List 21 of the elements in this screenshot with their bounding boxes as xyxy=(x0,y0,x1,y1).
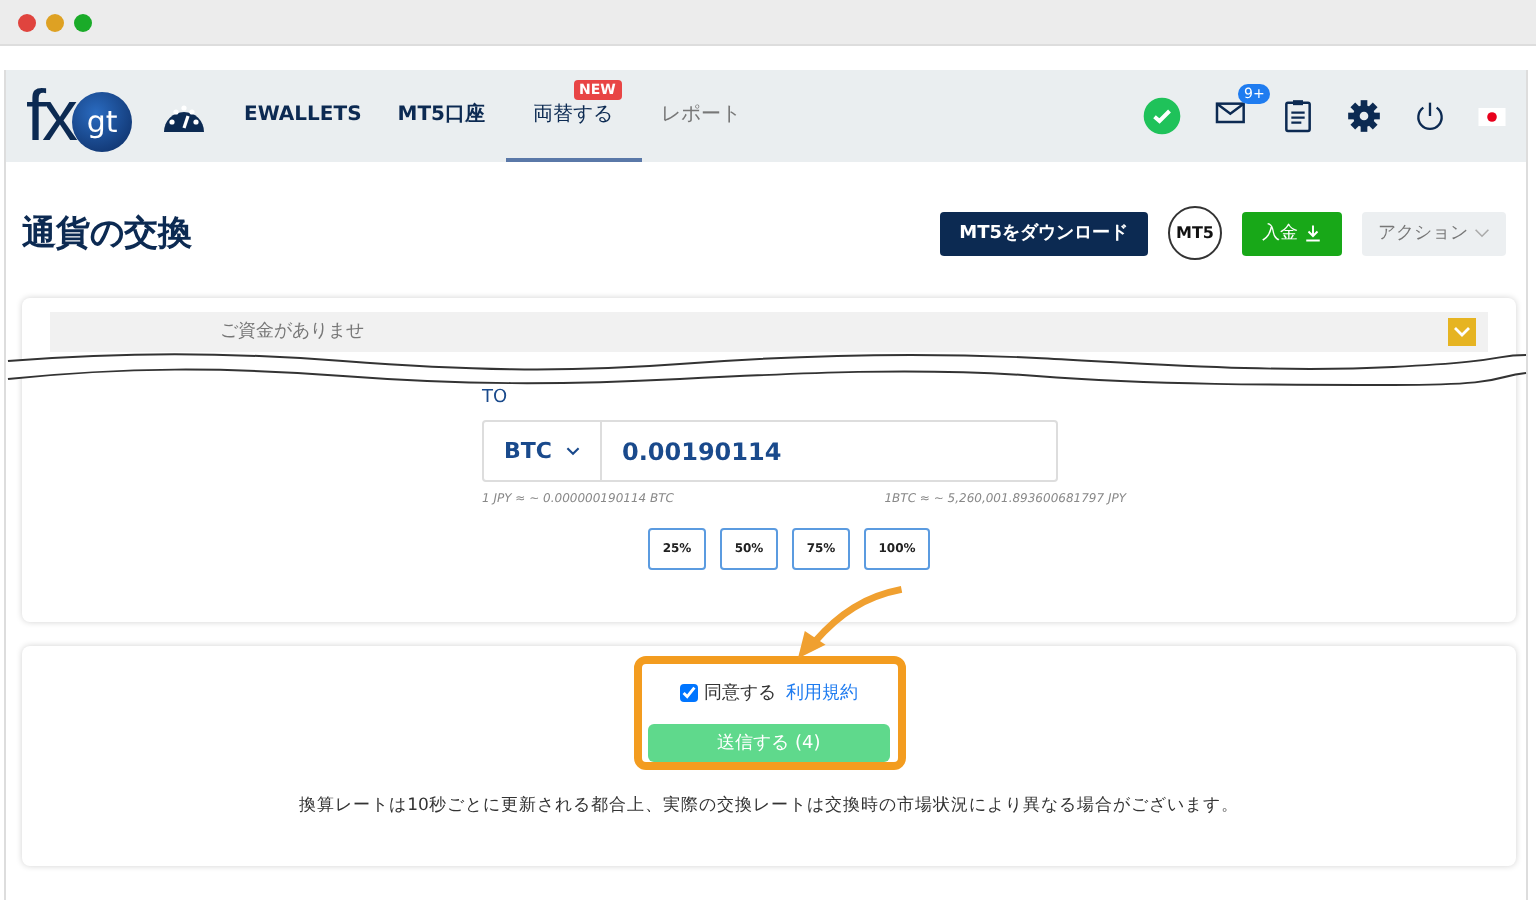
page-title: 通貨の交換 xyxy=(22,212,192,256)
agree-label: 同意する xyxy=(704,681,776,706)
nav-tab[interactable]: EWALLETS xyxy=(228,70,378,162)
chevron-down-icon xyxy=(1474,228,1490,238)
download-icon xyxy=(1304,224,1322,242)
notice-text: ご資金がありませ xyxy=(220,323,364,341)
logo-text: fx xyxy=(26,80,75,152)
download-button[interactable]: MT5をダウンロード xyxy=(939,211,1148,255)
agree-checkbox[interactable] xyxy=(680,684,698,702)
verified-check-icon[interactable] xyxy=(1142,96,1182,136)
maximize-icon[interactable] xyxy=(74,13,92,31)
nav-tab[interactable]: MT5口座 xyxy=(381,70,501,162)
action-dropdown[interactable]: アクション xyxy=(1362,211,1506,255)
close-icon[interactable] xyxy=(18,13,36,31)
nav-tab[interactable]: レポート xyxy=(645,70,757,162)
settings-icon[interactable] xyxy=(1344,96,1384,136)
mt5-button[interactable]: MT5 xyxy=(1168,206,1222,260)
rate-notice: 換算レートは10秒ごとに更新される都合上、実際の交換レートは交換時の市場状況により異なる場合がございます。 xyxy=(299,794,1239,818)
field-label: TO xyxy=(482,388,510,408)
terms-link[interactable]: 利用規約 xyxy=(786,680,858,706)
flag-icon[interactable] xyxy=(1478,107,1506,125)
